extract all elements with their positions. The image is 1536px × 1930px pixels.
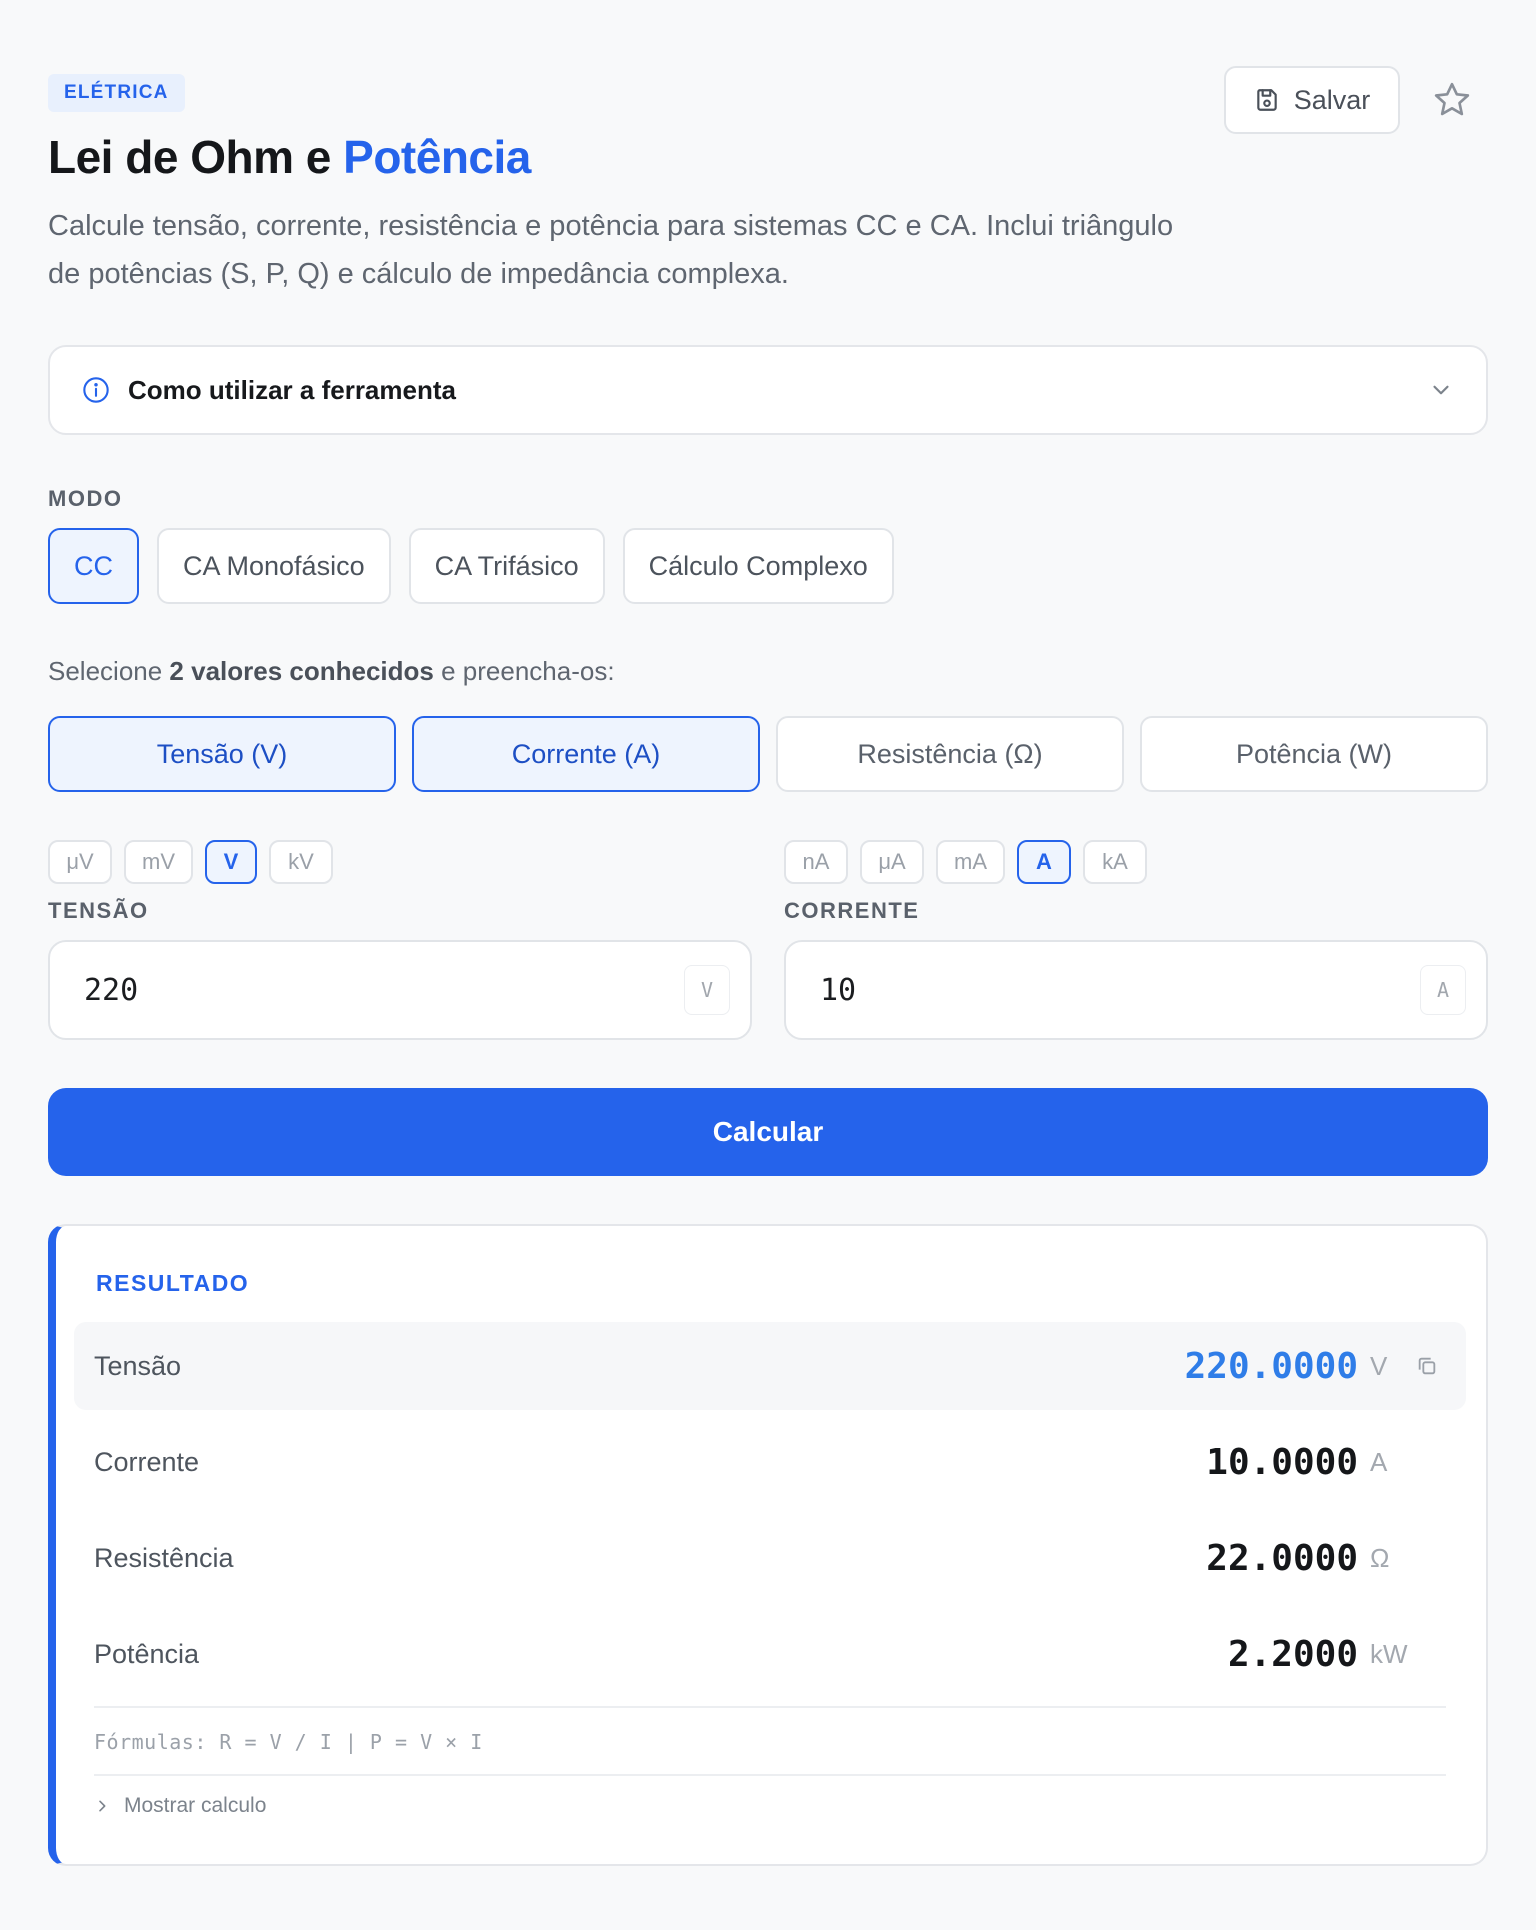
divider: [94, 1706, 1446, 1708]
category-badge: ELÉTRICA: [48, 74, 185, 112]
page-title: Lei de Ohm e Potência: [48, 130, 531, 184]
result-value: 220.0000: [1184, 1345, 1358, 1387]
unit-ua-chip[interactable]: μA: [860, 840, 924, 884]
page: ELÉTRICA Lei de Ohm e Potência Calcule t…: [0, 0, 1536, 1930]
show-calculation-label: Mostrar calculo: [124, 1794, 267, 1817]
save-button[interactable]: Salvar: [1224, 66, 1400, 134]
result-title: RESULTADO: [96, 1270, 250, 1296]
known-values-selector: Tensão (V) Corrente (A) Resistência (Ω) …: [48, 716, 1488, 792]
result-row: Potência 2.2000 kW: [74, 1610, 1466, 1698]
calculate-button[interactable]: Calcular: [48, 1088, 1488, 1176]
result-value: 2.2000: [1227, 1633, 1358, 1675]
unit-v-chip[interactable]: V: [205, 840, 257, 884]
copy-icon[interactable]: [1416, 1354, 1440, 1378]
unit-ka-chip[interactable]: kA: [1083, 840, 1147, 884]
result-value: 10.0000: [1206, 1441, 1358, 1483]
result-label: Resistência: [94, 1542, 234, 1573]
current-value[interactable]: 10: [820, 973, 1420, 1008]
unit-a-chip[interactable]: A: [1017, 840, 1071, 884]
how-to-use-label: Como utilizar a ferramenta: [128, 374, 456, 405]
voltage-value[interactable]: 220: [84, 973, 684, 1008]
result-card: RESULTADO Tensão 220.0000 V Corrente 10.…: [48, 1224, 1488, 1866]
page-description: Calcule tensão, corrente, resistência e …: [48, 210, 1174, 290]
var-potencia-button[interactable]: Potência (W): [1140, 716, 1488, 792]
current-label: CORRENTE: [784, 898, 920, 923]
unit-uv-chip[interactable]: μV: [48, 840, 112, 884]
title-accent: Potência: [343, 131, 531, 183]
title-main: Lei de Ohm e: [48, 131, 344, 183]
result-unit: kW: [1370, 1638, 1408, 1669]
select-prefix: Selecione: [48, 656, 170, 686]
divider: [94, 1774, 1446, 1776]
favorite-star-icon[interactable]: [1430, 78, 1474, 122]
voltage-suffix: V: [684, 965, 730, 1015]
result-row: Corrente 10.0000 A: [74, 1418, 1466, 1506]
voltage-input[interactable]: 220 V: [48, 940, 752, 1040]
result-label: Tensão: [94, 1350, 182, 1381]
mode-calculo-complexo-button[interactable]: Cálculo Complexo: [622, 528, 894, 604]
unit-ma-chip[interactable]: mA: [936, 840, 1005, 884]
voltage-label: TENSÃO: [48, 898, 149, 923]
current-input[interactable]: 10 A: [784, 940, 1488, 1040]
result-unit: Ω: [1370, 1542, 1390, 1573]
result-label: Potência: [94, 1638, 200, 1669]
voltage-unit-selector: μV mV V kV: [48, 840, 333, 884]
select-suffix: e preencha-os:: [433, 656, 615, 686]
var-corrente-button[interactable]: Corrente (A): [412, 716, 760, 792]
unit-na-chip[interactable]: nA: [784, 840, 848, 884]
result-row: Resistência 22.0000 Ω: [74, 1514, 1466, 1602]
result-unit: V: [1370, 1350, 1388, 1381]
unit-mv-chip[interactable]: mV: [124, 840, 193, 884]
mode-cc-button[interactable]: CC: [48, 528, 139, 604]
formula-text: Fórmulas: R = V / I | P = V × I: [94, 1730, 483, 1754]
result-label: Corrente: [94, 1446, 200, 1477]
mode-ca-monofasico-button[interactable]: CA Monofásico: [157, 528, 391, 604]
var-tensao-button[interactable]: Tensão (V): [48, 716, 396, 792]
save-icon: [1256, 89, 1277, 111]
unit-kv-chip[interactable]: kV: [269, 840, 333, 884]
mode-label: MODO: [48, 486, 123, 511]
result-value: 22.0000: [1206, 1537, 1358, 1579]
var-resistencia-button[interactable]: Resistência (Ω): [776, 716, 1124, 792]
chevron-right-icon: [99, 1800, 106, 1812]
mode-ca-trifasico-button[interactable]: CA Trifásico: [408, 528, 605, 604]
result-unit: A: [1370, 1446, 1388, 1477]
save-label: Salvar: [1293, 84, 1371, 115]
how-to-use-accordion[interactable]: Como utilizar a ferramenta: [48, 345, 1488, 435]
result-row: Tensão 220.0000 V: [74, 1322, 1466, 1410]
current-suffix: A: [1420, 965, 1466, 1015]
info-icon: [83, 377, 109, 403]
show-calculation-toggle[interactable]: Mostrar calculo: [94, 1794, 266, 1818]
mode-selector: CC CA Monofásico CA Trifásico Cálculo Co…: [48, 528, 894, 604]
select-instruction: Selecione 2 valores conhecidos e preench…: [48, 656, 615, 687]
chevron-down-icon: [1433, 385, 1449, 395]
current-unit-selector: nA μA mA A kA: [784, 840, 1147, 884]
select-bold: 2 valores conhecidos: [169, 656, 434, 686]
